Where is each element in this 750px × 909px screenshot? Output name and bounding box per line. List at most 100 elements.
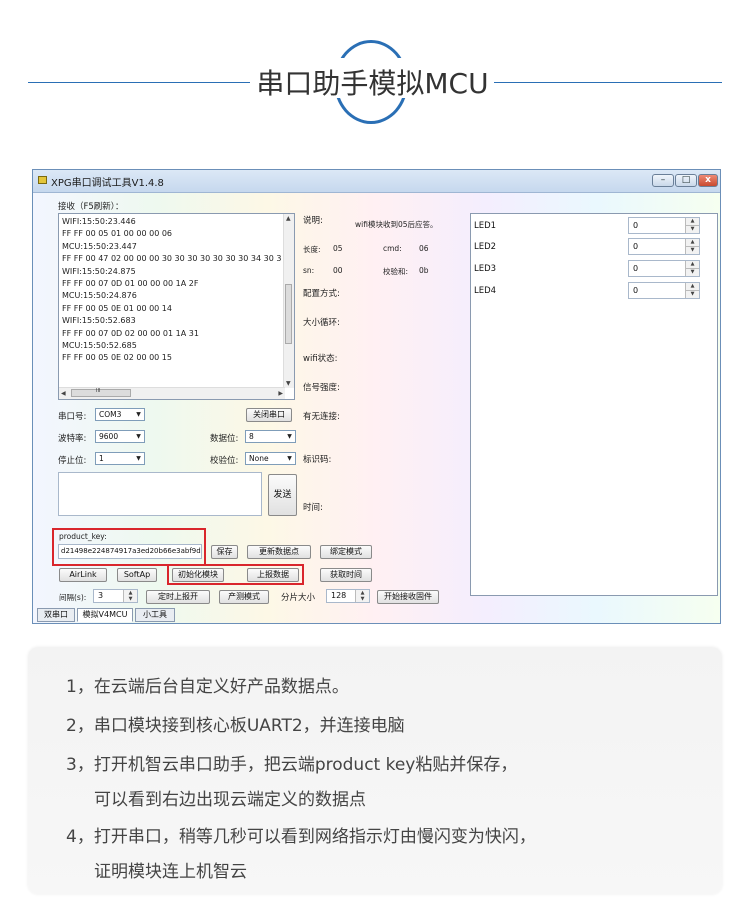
led1-value: 0 [633,221,639,230]
led3-stepper[interactable]: 0 ▲ ▼ [628,260,700,277]
port-select[interactable]: COM3 ▼ [95,408,145,421]
product-key-value: d21498e224874917a3ed20b66e3abf9d [61,547,201,555]
led4-label: LED4 [474,286,497,296]
instructions-panel: 1，在云端后台自定义好产品数据点。 2，串口模块接到核心板UART2，并连接电脑… [28,647,722,894]
databits-value: 8 [249,432,254,441]
baud-select[interactable]: 9600 ▼ [95,430,145,443]
length-value: 05 [333,244,343,253]
log-line: FF FF 00 07 0D 01 00 00 00 1A 2F [62,279,199,289]
receive-vertical-scrollbar[interactable]: ▲ ▼ [283,214,294,388]
log-line: WIFI:15:50:52.683 [62,316,136,326]
scroll-up-arrow-icon[interactable]: ▲ [286,215,291,222]
maximize-button[interactable]: □ [675,174,697,187]
window-titlebar: XPG串口调试工具V1.4.8 – □ x [33,170,720,193]
chevron-down-icon: ▼ [136,455,141,462]
instruction-step-3-cont: 可以看到右边出现云端定义的数据点 [94,790,366,810]
stepper-down-icon[interactable]: ▼ [685,226,699,233]
interval-value: 3 [98,591,104,600]
wifi-status-label: wifi状态: [303,354,338,364]
stepper-down-icon[interactable]: ▼ [123,596,137,602]
close-port-button[interactable]: 关闭串口 [246,408,292,422]
instruction-step-4-cont: 证明模块连上机智云 [94,862,247,882]
product-key-input[interactable]: d21498e224874917a3ed20b66e3abf9d [58,544,202,559]
led2-value: 0 [633,242,639,251]
scroll-left-arrow-icon[interactable]: ◀ [61,390,66,397]
header-line-left [28,82,250,83]
stepper-up-icon[interactable]: ▲ [685,261,699,269]
interval-stepper[interactable]: 3 ▲ ▼ [93,589,138,603]
stepper-up-icon[interactable]: ▲ [685,239,699,247]
save-button[interactable]: 保存 [211,545,238,559]
scroll-right-arrow-icon[interactable]: ▶ [278,390,283,397]
baud-label: 波特率: [58,434,87,444]
loop-label: 大小循环: [303,318,340,328]
log-line: FF FF 00 47 02 00 00 00 30 30 30 30 30 3… [62,254,282,264]
serial-tool-window: XPG串口调试工具V1.4.8 – □ x 接收（F5刷新）： WIFI:15:… [32,169,721,624]
packet-size-stepper[interactable]: 128 ▲ ▼ [326,589,370,603]
chevron-down-icon: ▼ [136,411,141,418]
scroll-down-arrow-icon[interactable]: ▼ [286,380,291,387]
tab-tools[interactable]: 小工具 [135,608,175,622]
tab-mcu-sim[interactable]: 模拟V4MCU [77,608,133,622]
cmd-value: 06 [419,244,429,253]
log-line: WIFI:15:50:24.875 [62,266,136,276]
config-label: 配置方式: [303,289,340,299]
length-label: 长度: [303,245,321,254]
desc-value: wifi模块收到05后应答。 [355,220,438,229]
stepper-down-icon[interactable]: ▼ [685,269,699,276]
bind-mode-button[interactable]: 绑定模式 [320,545,372,559]
cmd-label: cmd: [383,244,402,253]
baud-value: 9600 [99,432,119,441]
send-button[interactable]: 发送 [268,474,297,516]
scroll-thumb[interactable]: III [71,388,131,397]
stepper-down-icon[interactable]: ▼ [355,596,369,602]
stepper-down-icon[interactable]: ▼ [685,291,699,298]
stopbits-label: 停止位: [58,456,87,466]
airlink-button[interactable]: AirLink [59,568,107,582]
report-data-button[interactable]: 上报数据 [247,568,299,582]
led4-value: 0 [633,286,639,295]
packet-size-label: 分片大小 [281,593,316,603]
receive-horizontal-scrollbar[interactable]: ◀ III ▶ [59,387,285,399]
interval-label: 间隔(s): [59,593,87,602]
log-line: MCU:15:50:52.685 [62,341,137,351]
update-points-button[interactable]: 更新数据点 [247,545,311,559]
stepper-down-icon[interactable]: ▼ [685,247,699,254]
databits-select[interactable]: 8 ▼ [245,430,296,443]
led2-stepper[interactable]: 0 ▲ ▼ [628,238,700,255]
led1-label: LED1 [474,221,497,231]
init-module-button[interactable]: 初始化模块 [172,568,224,582]
scroll-thumb[interactable] [285,284,292,344]
id-code-label: 标识码: [303,455,332,465]
instruction-step-3: 3，打开机智云串口助手，把云端product key粘贴并保存， [66,755,518,775]
receive-label: 接收（F5刷新）： [58,202,124,212]
minimize-button[interactable]: – [652,174,674,187]
window-title: XPG串口调试工具V1.4.8 [51,178,164,189]
led4-stepper[interactable]: 0 ▲ ▼ [628,282,700,299]
timed-report-button[interactable]: 定时上报开 [146,590,210,604]
tab-dual-serial[interactable]: 双串口 [37,608,75,622]
log-line: FF FF 00 05 0E 02 00 00 15 [62,353,172,363]
chevron-down-icon: ▼ [287,455,292,462]
send-textarea[interactable] [58,472,262,516]
log-line: FF FF 00 07 0D 02 00 00 01 1A 31 [62,328,199,338]
instruction-step-4: 4，打开串口，稍等几秒可以看到网络指示灯由慢闪变为快闪， [66,827,536,847]
app-icon [38,176,47,184]
start-receive-firmware-button[interactable]: 开始接收固件 [377,590,439,604]
receive-textbox[interactable]: WIFI:15:50:23.446 FF FF 00 05 01 00 00 0… [58,213,295,400]
stopbits-value: 1 [99,454,104,463]
close-button[interactable]: x [698,174,718,187]
softap-button[interactable]: SoftAp [117,568,157,582]
led1-stepper[interactable]: 0 ▲ ▼ [628,217,700,234]
connected-label: 有无连接: [303,412,340,422]
stopbits-select[interactable]: 1 ▼ [95,452,145,465]
parity-select[interactable]: None ▼ [245,452,296,465]
desc-label: 说明: [303,216,323,226]
stepper-up-icon[interactable]: ▲ [685,218,699,226]
log-line: FF FF 00 05 0E 01 00 00 14 [62,303,172,313]
stepper-up-icon[interactable]: ▲ [685,283,699,291]
get-time-button[interactable]: 获取时间 [320,568,372,582]
production-mode-button[interactable]: 产测模式 [219,590,269,604]
databits-label: 数据位: [210,434,239,444]
signal-label: 信号强度: [303,383,340,393]
